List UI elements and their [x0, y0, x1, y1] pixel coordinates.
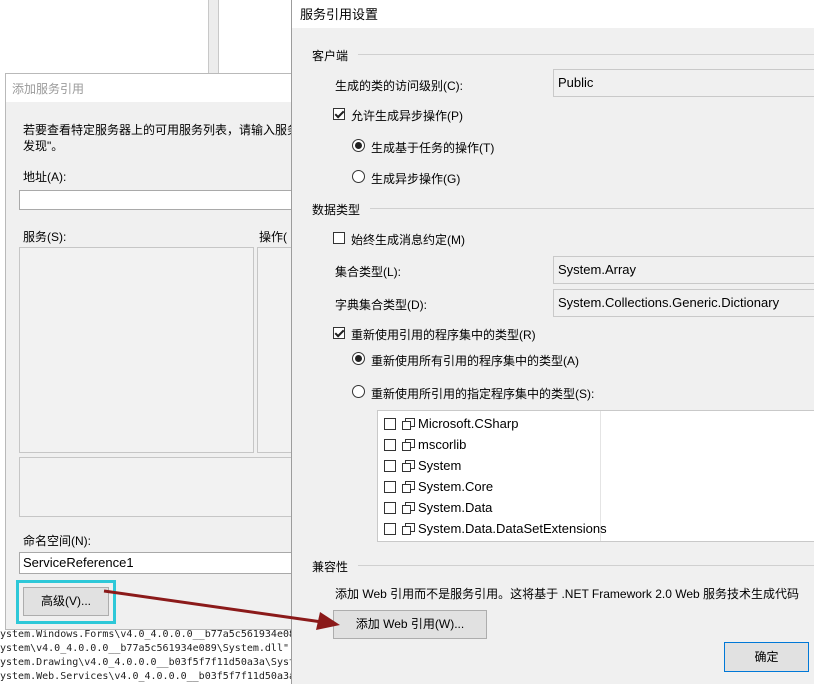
arrow-line	[103, 589, 323, 624]
annotation-arrow	[103, 589, 340, 630]
arrow-head	[316, 612, 340, 630]
